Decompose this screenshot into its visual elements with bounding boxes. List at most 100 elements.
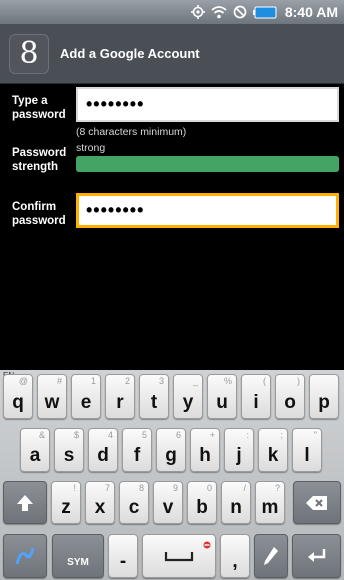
key-alt-label: ( — [263, 376, 266, 386]
key-label: a — [29, 445, 41, 466]
key-p[interactable]: p — [309, 374, 339, 419]
pen-icon — [264, 547, 278, 565]
key-alt-label: ! — [73, 483, 76, 493]
space-key[interactable] — [142, 534, 216, 578]
backspace-icon — [306, 495, 327, 510]
no-entry-icon — [203, 541, 211, 549]
backspace-key[interactable] — [293, 481, 341, 524]
page-title: Add a Google Account — [60, 46, 200, 61]
key-alt-label: " — [313, 430, 317, 440]
key-alt-label: ) — [297, 376, 300, 386]
key-alt-label: ? — [274, 483, 280, 493]
key-i[interactable]: (i — [241, 374, 271, 419]
key-label: p — [318, 392, 330, 413]
wifi-icon — [211, 5, 227, 19]
key-alt-label: & — [38, 430, 45, 440]
handwriting-key[interactable] — [254, 534, 288, 578]
enter-arrow-icon — [307, 549, 325, 562]
key-alt-label: 0 — [206, 483, 212, 493]
key-label: k — [267, 445, 279, 466]
key-k[interactable]: ; k — [258, 428, 288, 472]
key-label: o — [284, 392, 296, 413]
title-bar: 8 Add a Google Account — [0, 24, 344, 84]
key-alt-label: 6 — [175, 430, 181, 440]
soft-keyboard: SYM - , EN @q#w1e2r3t_y%u(i)op&a$s4d5f6g… — [0, 370, 344, 580]
key-label: h — [199, 445, 211, 466]
key-alt-label: 9 — [172, 483, 178, 493]
key-label: v — [162, 497, 174, 518]
key-alt-label: : — [246, 430, 249, 440]
key-r[interactable]: 2r — [105, 374, 135, 419]
status-bar: 8:40 AM — [0, 0, 344, 24]
shift-key[interactable] — [3, 481, 47, 524]
confirm-password-field[interactable]: •••••••• — [76, 193, 339, 228]
key-alt-label: 4 — [107, 430, 113, 440]
key-v[interactable]: 9v — [153, 481, 183, 524]
key-n[interactable]: / n — [221, 481, 251, 524]
key-l[interactable]: " l — [292, 428, 322, 472]
shift-arrow-icon — [17, 494, 33, 511]
key-alt-label: 8 — [138, 483, 144, 493]
key-e[interactable]: 1e — [71, 374, 101, 419]
key-z[interactable]: ! z — [51, 481, 81, 524]
key-m[interactable]: ? m — [255, 481, 285, 524]
key-alt-label: 2 — [124, 376, 130, 386]
key-w[interactable]: # w — [37, 374, 67, 419]
key-x[interactable]: 7x — [85, 481, 115, 524]
key-y[interactable]: _ y — [173, 374, 203, 419]
key-label: s — [63, 445, 75, 466]
comma-key-label: , — [232, 551, 238, 572]
key-alt-label: $ — [73, 430, 79, 440]
strength-label: Password strength — [12, 147, 67, 173]
comma-key[interactable]: , — [220, 534, 250, 578]
key-t[interactable]: 3t — [139, 374, 169, 419]
key-o[interactable]: ) o — [275, 374, 305, 419]
key-s[interactable]: $ s — [54, 428, 84, 472]
voice-input-key[interactable] — [3, 534, 47, 578]
key-alt-label: _ — [192, 376, 198, 386]
key-alt-label: 1 — [90, 376, 96, 386]
sym-key-label: SYM — [67, 557, 89, 568]
key-f[interactable]: 5f — [122, 428, 152, 472]
key-alt-label: 5 — [141, 430, 147, 440]
key-alt-label: % — [223, 376, 232, 386]
strength-value: strong — [76, 142, 106, 154]
key-label: q — [12, 392, 24, 413]
key-label: x — [94, 497, 106, 518]
key-label: b — [196, 497, 208, 518]
dash-key[interactable]: - — [108, 534, 138, 578]
key-label: r — [116, 392, 124, 413]
key-label: m — [261, 497, 279, 518]
confirm-password-label: Confirm password — [12, 201, 66, 227]
key-alt-label: # — [56, 376, 62, 386]
sym-key[interactable]: SYM — [52, 534, 104, 578]
battery-icon — [252, 6, 277, 19]
google-app-icon: 8 — [9, 33, 49, 74]
key-alt-label: + — [209, 430, 215, 440]
key-label: u — [216, 392, 228, 413]
key-c[interactable]: 8c — [119, 481, 149, 524]
key-label: e — [80, 392, 92, 413]
key-u[interactable]: % u — [207, 374, 237, 419]
dash-key-label: - — [119, 551, 127, 572]
key-b[interactable]: 0b — [187, 481, 217, 524]
key-label: n — [230, 497, 242, 518]
key-a[interactable]: & a — [20, 428, 50, 472]
key-label: t — [150, 392, 158, 413]
password-field[interactable]: •••••••• — [76, 87, 339, 122]
key-g[interactable]: 6g — [156, 428, 186, 472]
key-label: g — [165, 445, 177, 466]
key-alt-label: @ — [18, 376, 28, 386]
key-h[interactable]: + h — [190, 428, 220, 472]
key-d[interactable]: 4d — [88, 428, 118, 472]
key-q[interactable]: @ q — [3, 374, 33, 419]
gps-icon — [190, 5, 205, 19]
key-label: j — [236, 445, 242, 466]
key-label: w — [44, 392, 60, 413]
key-alt-label: 7 — [104, 483, 110, 493]
key-label: c — [128, 497, 140, 518]
key-label: z — [61, 497, 71, 518]
clock: 8:40 AM — [284, 4, 338, 20]
enter-key[interactable] — [292, 534, 341, 578]
key-j[interactable]: :j — [224, 428, 254, 472]
